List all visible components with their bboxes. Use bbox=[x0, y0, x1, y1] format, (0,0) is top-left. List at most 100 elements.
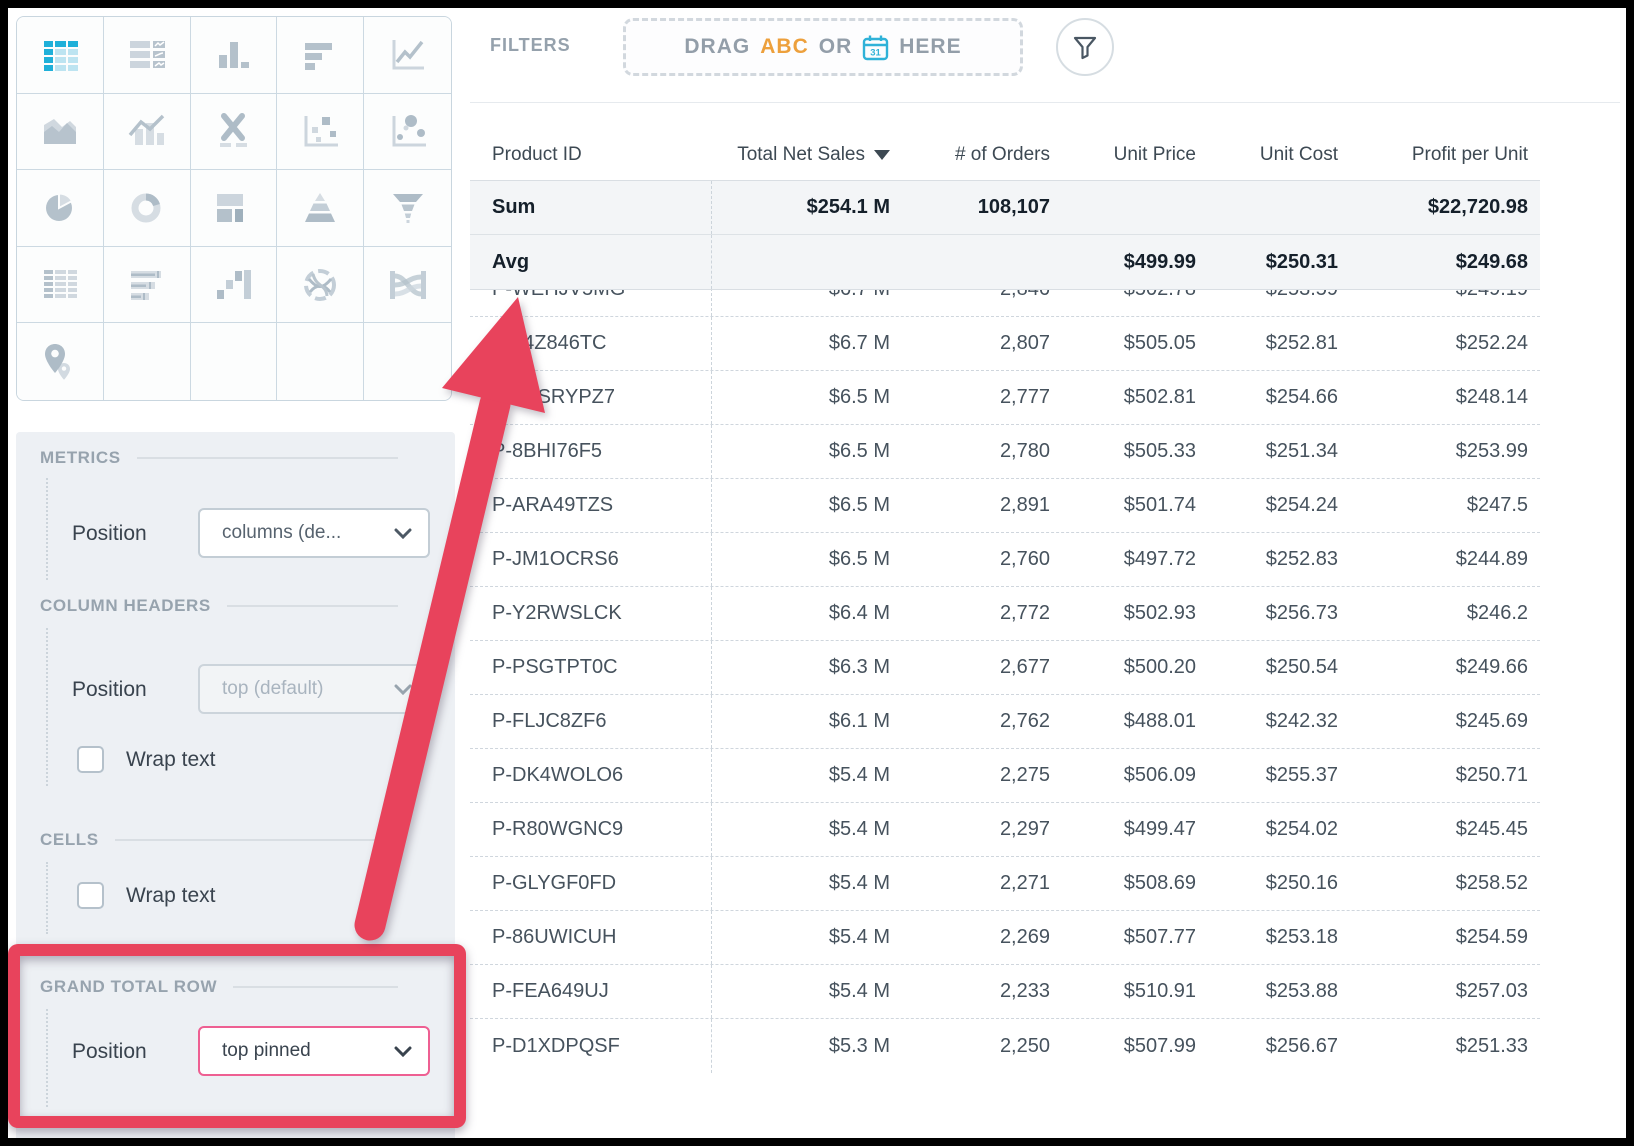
value-cell: $256.73 bbox=[1208, 587, 1350, 640]
chart-type-area-chart[interactable] bbox=[17, 94, 104, 171]
table-row[interactable]: P-8BHI76F5$6.5 M2,780$505.33$251.34$253.… bbox=[470, 425, 1540, 479]
table-row[interactable]: P-R80WGNC9$5.4 M2,297$499.47$254.02$245.… bbox=[470, 803, 1540, 857]
column-header-profit-per-unit[interactable]: Profit per Unit bbox=[1350, 130, 1540, 180]
value-cell: 2,780 bbox=[902, 425, 1062, 478]
column-header-unit-cost[interactable]: Unit Cost bbox=[1208, 130, 1350, 180]
column-headers-position-dropdown[interactable]: top (default) bbox=[198, 664, 430, 714]
value-cell: $5.4 M bbox=[712, 749, 902, 802]
chart-type-summary-table[interactable] bbox=[17, 247, 104, 324]
chart-type-pie-chart[interactable] bbox=[17, 170, 104, 247]
table-row[interactable]: P-FEA649UJ$5.4 M2,233$510.91$253.88$257.… bbox=[470, 965, 1540, 1019]
table-row[interactable]: P-14Z846TC$6.7 M2,807$505.05$252.81$252.… bbox=[470, 317, 1540, 371]
table-row[interactable]: P-ARA49TZS$6.5 M2,891$501.74$254.24$247.… bbox=[470, 479, 1540, 533]
treemap-icon bbox=[211, 188, 255, 228]
chart-type-combo-chart[interactable] bbox=[104, 94, 191, 171]
table-row[interactable]: P-PSGTPT0C$6.3 M2,677$500.20$250.54$249.… bbox=[470, 641, 1540, 695]
chart-type-kpi-list[interactable] bbox=[104, 17, 191, 94]
value-cell: $6.7 M bbox=[712, 290, 902, 316]
value-cell: 2,677 bbox=[902, 641, 1062, 694]
chart-type-bubble-chart[interactable] bbox=[364, 94, 451, 171]
chart-type-map[interactable] bbox=[17, 323, 104, 400]
pinned-value: $499.99 bbox=[1062, 235, 1208, 289]
chart-type-bullet-chart[interactable] bbox=[104, 247, 191, 324]
section-guide-line bbox=[46, 628, 48, 786]
table-row[interactable]: P-JM1OCRS6$6.5 M2,760$497.72$252.83$244.… bbox=[470, 533, 1540, 587]
chart-type-bar-chart[interactable] bbox=[277, 17, 364, 94]
value-cell: $5.3 M bbox=[712, 1019, 902, 1073]
chart-type-table[interactable] bbox=[17, 17, 104, 94]
pinned-total-rows: Sum$254.1 M108,107$22,720.98Avg$499.99$2… bbox=[470, 180, 1540, 290]
value-cell: $510.91 bbox=[1062, 965, 1208, 1018]
column-header--of-orders[interactable]: # of Orders bbox=[902, 130, 1062, 180]
product-id-cell: P-Y2RWSLCK bbox=[470, 587, 712, 640]
table-row[interactable]: P-GLYGF0FD$5.4 M2,271$508.69$250.16$258.… bbox=[470, 857, 1540, 911]
table-row[interactable]: P-WEHJV5MG$6.7 M2,846$502.78$253.59$249.… bbox=[470, 290, 1540, 317]
chart-type-line-chart[interactable] bbox=[364, 17, 451, 94]
x-chart-icon bbox=[211, 111, 255, 151]
waterfall-icon bbox=[211, 265, 255, 305]
value-cell: $251.34 bbox=[1208, 425, 1350, 478]
chart-type-x-axis[interactable] bbox=[191, 94, 278, 171]
filters-label: FILTERS bbox=[490, 35, 571, 56]
column-header-product-id[interactable]: Product ID bbox=[470, 130, 712, 180]
kpi-list-icon bbox=[125, 35, 169, 75]
grand-total-row-position-dropdown[interactable]: top pinned bbox=[198, 1026, 430, 1076]
pyramid-icon bbox=[298, 188, 342, 228]
cells-wrap-text-checkbox[interactable] bbox=[77, 882, 104, 909]
table-row[interactable]: P-FLJC8ZF6$6.1 M2,762$488.01$242.32$245.… bbox=[470, 695, 1540, 749]
table-row[interactable]: P-Y2RWSLCK$6.4 M2,772$502.93$256.73$246.… bbox=[470, 587, 1540, 641]
area-chart-icon bbox=[38, 111, 82, 151]
chart-type-pyramid[interactable] bbox=[277, 170, 364, 247]
sort-desc-icon[interactable] bbox=[874, 150, 890, 160]
value-cell: $253.59 bbox=[1208, 290, 1350, 316]
column-headers-section-header: COLUMN HEADERS bbox=[40, 596, 455, 616]
chart-type-sankey[interactable] bbox=[364, 247, 451, 324]
pinned-row-label: Avg bbox=[470, 235, 712, 289]
table-row[interactable]: P-86UWICUH$5.4 M2,269$507.77$253.18$254.… bbox=[470, 911, 1540, 965]
table-row[interactable]: P-DK4WOLO6$5.4 M2,275$506.09$255.37$250.… bbox=[470, 749, 1540, 803]
value-cell: $507.99 bbox=[1062, 1019, 1208, 1073]
metrics-position-label: Position bbox=[72, 522, 147, 546]
filter-funnel-button[interactable] bbox=[1056, 18, 1114, 76]
chart-type-column-chart[interactable] bbox=[191, 17, 278, 94]
metrics-position-dropdown[interactable]: columns (de... bbox=[198, 508, 430, 558]
product-id-cell: P-ARA49TZS bbox=[470, 479, 712, 532]
product-id-cell: P-DK4WOLO6 bbox=[470, 749, 712, 802]
value-cell: 2,233 bbox=[902, 965, 1062, 1018]
pinned-row-label: Sum bbox=[470, 181, 712, 234]
chart-type-donut-chart[interactable] bbox=[104, 170, 191, 247]
pinned-value bbox=[712, 235, 902, 289]
product-id-cell: P-R80WGNC9 bbox=[470, 803, 712, 856]
column-header-total-net-sales[interactable]: Total Net Sales bbox=[712, 130, 902, 180]
chevron-down-icon bbox=[394, 528, 412, 539]
value-cell: $500.20 bbox=[1062, 641, 1208, 694]
value-cell: 2,271 bbox=[902, 857, 1062, 910]
drop-zone-abc-text: ABC bbox=[760, 35, 809, 59]
section-rule bbox=[115, 839, 398, 841]
funnel-icon bbox=[1071, 33, 1099, 61]
value-cell: $6.5 M bbox=[712, 533, 902, 586]
chart-type-scatter-plot[interactable] bbox=[277, 94, 364, 171]
chart-type-chord[interactable] bbox=[277, 247, 364, 324]
value-cell: $5.4 M bbox=[712, 911, 902, 964]
pinned-value bbox=[1208, 181, 1350, 234]
value-cell: $5.4 M bbox=[712, 803, 902, 856]
column-header-unit-price[interactable]: Unit Price bbox=[1062, 130, 1208, 180]
value-cell: $499.47 bbox=[1062, 803, 1208, 856]
table-row[interactable]: P-D1XDPQSF$5.3 M2,250$507.99$256.67$251.… bbox=[470, 1019, 1540, 1073]
chart-type-funnel[interactable] bbox=[364, 170, 451, 247]
table-row[interactable]: P-H8SRYPZ7$6.5 M2,777$502.81$254.66$248.… bbox=[470, 371, 1540, 425]
pinned-value bbox=[902, 235, 1062, 289]
pie-chart-icon bbox=[38, 188, 82, 228]
product-id-cell: P-PSGTPT0C bbox=[470, 641, 712, 694]
svg-text:31: 31 bbox=[870, 47, 881, 58]
value-cell: $245.45 bbox=[1350, 803, 1540, 856]
filter-drop-zone[interactable]: DRAG ABC OR 31 HERE bbox=[623, 18, 1023, 76]
chart-type-treemap[interactable] bbox=[191, 170, 278, 247]
chart-type-waterfall[interactable] bbox=[191, 247, 278, 324]
bar-chart-icon bbox=[298, 35, 342, 75]
calendar-icon: 31 bbox=[862, 34, 889, 61]
product-id-cell: P-14Z846TC bbox=[470, 317, 712, 370]
table-body[interactable]: P-WEHJV5MG$6.7 M2,846$502.78$253.59$249.… bbox=[470, 290, 1540, 1073]
column-headers-wrap-text-checkbox[interactable] bbox=[77, 746, 104, 773]
